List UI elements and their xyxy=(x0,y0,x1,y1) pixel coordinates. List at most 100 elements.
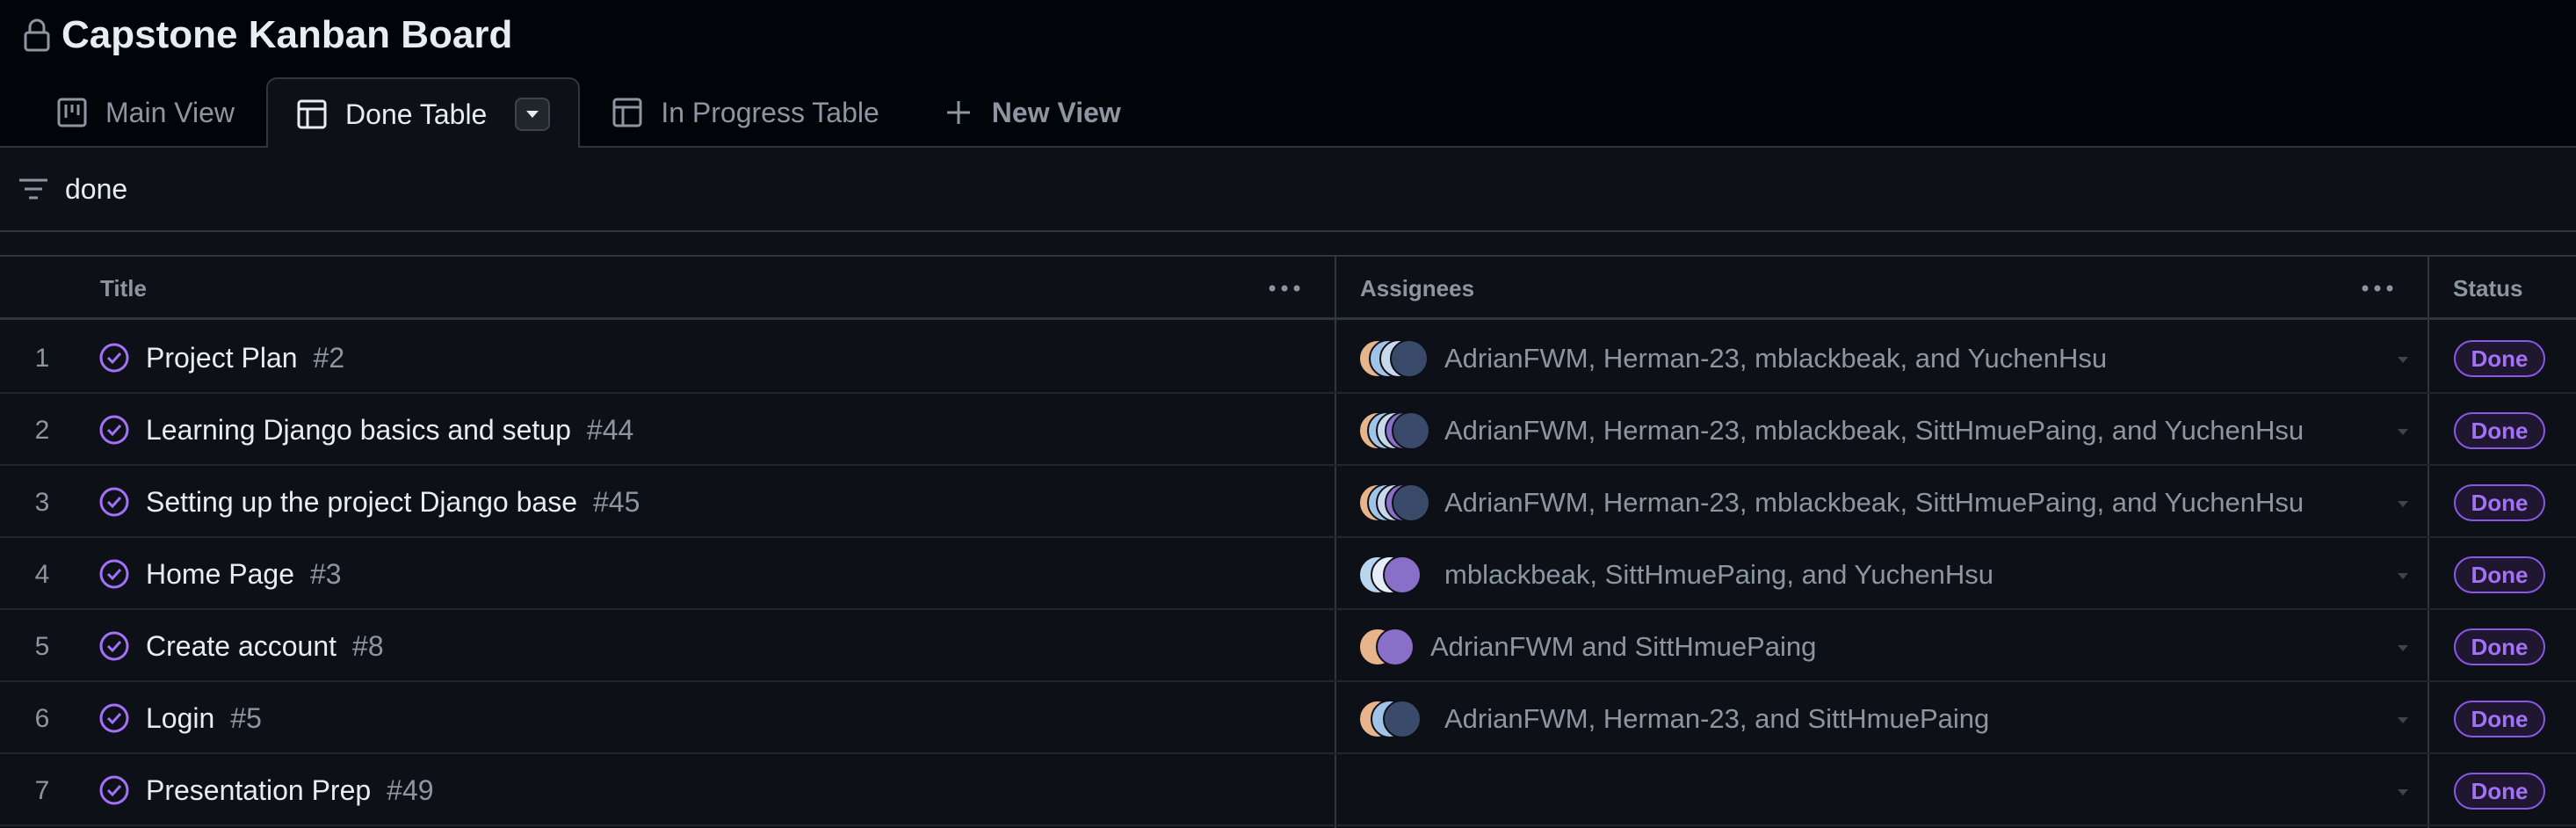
status-badge[interactable]: Done xyxy=(2454,773,2545,810)
filter-bar xyxy=(0,148,2576,232)
item-title-link[interactable]: Presentation Prep xyxy=(146,774,371,807)
chevron-down-icon[interactable] xyxy=(2395,570,2411,581)
filter-input[interactable] xyxy=(63,171,766,207)
tab-main-view[interactable]: Main View xyxy=(25,77,266,148)
chevron-down-icon[interactable] xyxy=(2395,715,2411,725)
lock-icon xyxy=(24,18,50,52)
status-badge[interactable]: Done xyxy=(2454,556,2545,593)
column-menu-icon[interactable] xyxy=(1267,276,1302,301)
title-row: Capstone Kanban Board xyxy=(23,9,512,62)
title-cell: Learning Django basics and setup #44 xyxy=(146,395,633,466)
tab-label: New View xyxy=(991,96,1121,128)
assignees-cell[interactable]: mblackbeak, SittHmuePaing, and YuchenHsu xyxy=(1358,539,1994,610)
row-number: 3 xyxy=(34,487,50,517)
status-badge[interactable]: Done xyxy=(2454,340,2545,377)
row-number: 6 xyxy=(34,703,50,733)
title-cell: Login #5 xyxy=(146,683,262,754)
table-row[interactable]: 3 Setting up the project Django base #45… xyxy=(0,467,2576,538)
assignee-names: AdrianFWM, Herman-23, and SittHmuePaing xyxy=(1444,702,1990,734)
avatar-stack xyxy=(1358,555,1430,594)
column-header-title[interactable]: Title xyxy=(100,257,147,320)
column-header-status[interactable]: Status xyxy=(2453,257,2522,320)
row-number: 4 xyxy=(34,559,50,589)
table-row[interactable]: 2 Learning Django basics and setup #44 A… xyxy=(0,395,2576,466)
status-badge[interactable]: Done xyxy=(2454,701,2545,737)
tab-label: Main View xyxy=(105,96,235,128)
view-options-dropdown[interactable] xyxy=(515,98,551,131)
table-row[interactable]: 4 Home Page #3 mblackbeak, SittHmuePaing… xyxy=(0,539,2576,610)
table-row[interactable]: 6 Login #5 AdrianFWM, Herman-23, and Sit… xyxy=(0,683,2576,754)
title-cell: Presentation Prep #49 xyxy=(146,755,434,826)
avatar-stack xyxy=(1358,627,1416,666)
assignees-cell[interactable]: AdrianFWM and SittHmuePaing xyxy=(1358,611,1816,682)
chevron-down-icon[interactable] xyxy=(2395,426,2411,437)
item-title-link[interactable]: Project Plan xyxy=(146,342,298,374)
new-view-button[interactable]: New View xyxy=(911,77,1153,148)
tab-label: In Progress Table xyxy=(661,96,879,128)
issue-number: #5 xyxy=(230,702,262,734)
issue-number: #2 xyxy=(313,342,345,374)
issue-closed-icon xyxy=(99,415,129,445)
avatar-stack xyxy=(1358,338,1430,378)
title-cell: Create account #8 xyxy=(146,611,384,682)
item-title-link[interactable]: Setting up the project Django base xyxy=(146,486,577,519)
issue-number: #49 xyxy=(387,774,434,806)
status-badge[interactable]: Done xyxy=(2454,628,2545,665)
avatar xyxy=(1392,410,1430,450)
row-number: 2 xyxy=(34,415,50,445)
table-icon xyxy=(612,98,642,127)
issue-number: #45 xyxy=(593,486,640,518)
column-menu-icon[interactable] xyxy=(2360,276,2395,301)
table-row[interactable]: 7 Presentation Prep #49 Done xyxy=(0,755,2576,826)
row-number: 5 xyxy=(34,631,50,661)
table-row[interactable]: 5 Create account #8 AdrianFWM and SittHm… xyxy=(0,611,2576,682)
assignees-cell[interactable]: AdrianFWM, Herman-23, mblackbeak, and Yu… xyxy=(1358,323,2107,394)
board-icon xyxy=(57,98,87,127)
assignee-names: AdrianFWM and SittHmuePaing xyxy=(1430,630,1817,662)
issue-number: #8 xyxy=(352,630,384,662)
assignees-cell[interactable]: AdrianFWM, Herman-23, mblackbeak, SittHm… xyxy=(1358,467,2304,538)
column-header-assignees[interactable]: Assignees xyxy=(1360,257,1474,320)
title-cell: Setting up the project Django base #45 xyxy=(146,467,640,538)
item-title-link[interactable]: Learning Django basics and setup xyxy=(146,414,571,447)
board-title: Capstone Kanban Board xyxy=(62,13,513,56)
status-badge[interactable]: Done xyxy=(2454,412,2545,449)
plus-icon xyxy=(946,101,970,124)
item-title-link[interactable]: Home Page xyxy=(146,558,294,591)
table-icon xyxy=(297,99,327,129)
issue-closed-icon xyxy=(99,559,129,589)
item-title-link[interactable]: Create account xyxy=(146,630,336,663)
chevron-down-icon[interactable] xyxy=(2395,643,2411,653)
avatar xyxy=(1392,483,1430,522)
avatar-stack xyxy=(1358,483,1430,522)
avatar-stack xyxy=(1358,699,1430,738)
view-tabs: Main View Done Table In Progress Table N… xyxy=(25,77,1153,149)
filter-icon xyxy=(19,178,47,200)
table-spacer xyxy=(0,232,2576,257)
triangle-down-icon xyxy=(526,111,539,118)
assignees-cell[interactable]: AdrianFWM, Herman-23, mblackbeak, SittHm… xyxy=(1358,395,2304,466)
row-number: 7 xyxy=(34,775,50,805)
item-title-link[interactable]: Login xyxy=(146,702,214,735)
issue-closed-icon xyxy=(99,487,129,517)
title-cell: Home Page #3 xyxy=(146,539,342,610)
issue-closed-icon xyxy=(99,703,129,733)
assignee-names: AdrianFWM, Herman-23, mblackbeak, and Yu… xyxy=(1444,342,2108,374)
avatar-stack xyxy=(1358,410,1430,450)
assignees-cell[interactable]: AdrianFWM, Herman-23, and SittHmuePaing xyxy=(1358,683,1989,754)
avatar xyxy=(1376,627,1415,666)
chevron-down-icon[interactable] xyxy=(2395,787,2411,797)
chevron-down-icon[interactable] xyxy=(2395,498,2411,509)
chevron-down-icon[interactable] xyxy=(2395,354,2411,365)
assignee-names: AdrianFWM, Herman-23, mblackbeak, SittHm… xyxy=(1444,414,2305,446)
table-row[interactable]: 1 Project Plan #2 AdrianFWM, Herman-23, … xyxy=(0,323,2576,394)
tab-done-table[interactable]: Done Table xyxy=(266,77,581,149)
tab-in-progress-table[interactable]: In Progress Table xyxy=(580,77,910,148)
issue-closed-icon xyxy=(99,631,129,661)
status-badge[interactable]: Done xyxy=(2454,484,2545,521)
avatar xyxy=(1383,699,1422,738)
table-header: Title Assignees Status xyxy=(0,257,2576,320)
avatar xyxy=(1390,338,1429,378)
project-header: Capstone Kanban Board Main View Done Tab… xyxy=(0,0,2576,149)
assignee-names: mblackbeak, SittHmuePaing, and YuchenHsu xyxy=(1444,558,1994,590)
